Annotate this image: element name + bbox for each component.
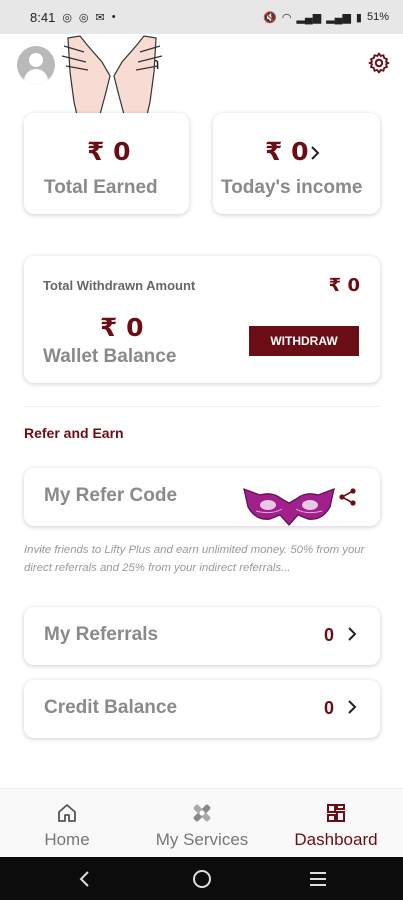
system-nav-bar	[0, 857, 403, 900]
wallet-card: Total Withdrawn Amount ₹ 0 ₹ 0 Wallet Ba…	[24, 256, 380, 383]
refer-code-label: My Refer Code	[44, 485, 178, 506]
status-bar: 8:41 ◎ ◎ ✉ • 🔇 ◠ ▂▄▆ ▂▄▆ ▮ 51%	[0, 0, 403, 34]
todays-income-label: Today's income	[221, 177, 363, 198]
invite-description: Invite friends to Lifty Plus and earn un…	[24, 544, 365, 574]
nav-dashboard-label: Dashboard	[294, 830, 378, 849]
my-referrals-row[interactable]: My Referrals 0	[24, 607, 380, 665]
refer-code-card[interactable]: My Refer Code	[24, 468, 380, 526]
notification-dot-icon: •	[111, 11, 116, 23]
credit-balance-value: 0	[323, 698, 334, 718]
recents-icon[interactable]	[307, 868, 329, 890]
battery-level: 51%	[366, 11, 389, 23]
refer-section-title: Refer and Earn	[24, 425, 124, 441]
home-circle-icon[interactable]	[191, 868, 213, 890]
status-time: 8:41	[30, 9, 56, 25]
app-header: h	[0, 34, 403, 129]
mute-icon: 🔇	[263, 11, 277, 24]
total-earned-label: Total Earned	[44, 177, 158, 198]
nav-my-services[interactable]: My Services	[142, 789, 262, 858]
nav-dashboard[interactable]: Dashboard	[282, 789, 390, 858]
total-withdrawn-label: Total Withdrawn Amount	[43, 278, 196, 293]
nav-my-services-label: My Services	[155, 830, 249, 849]
wallet-balance-amount: ₹ 0	[100, 313, 144, 342]
todays-income-amount: ₹ 0	[265, 137, 309, 166]
gmail-icon: ✉	[95, 11, 105, 24]
wallet-balance-label: Wallet Balance	[43, 346, 177, 367]
my-referrals-label: My Referrals	[44, 624, 159, 645]
total-withdrawn-amount: ₹ 0	[328, 275, 360, 296]
mask-sticker-icon	[243, 488, 335, 526]
dashboard-icon	[327, 804, 345, 822]
bottom-nav: Home My Services Dashboard	[0, 788, 403, 857]
chevron-right-icon	[348, 700, 357, 714]
chevron-right-icon	[311, 146, 320, 160]
my-referrals-count: 0	[323, 625, 334, 645]
back-icon[interactable]	[74, 868, 96, 890]
home-icon	[58, 804, 76, 822]
settings-gear-icon[interactable]	[367, 51, 391, 75]
instagram-icon: ◎	[78, 11, 89, 24]
instagram-icon: ◎	[62, 11, 72, 24]
avatar[interactable]	[17, 46, 55, 84]
credit-balance-row[interactable]: Credit Balance 0	[24, 680, 380, 738]
chevron-right-icon	[348, 627, 357, 641]
todays-income-card[interactable]: ₹ 0 Today's income	[213, 113, 380, 214]
total-earned-card: ₹ 0 Total Earned	[24, 113, 189, 214]
services-icon	[193, 804, 211, 822]
signal-icon: ▂▄▆	[326, 11, 351, 24]
withdraw-button[interactable]: WITHDRAW	[249, 326, 359, 356]
total-earned-amount: ₹ 0	[87, 137, 131, 166]
share-icon[interactable]	[338, 487, 358, 507]
battery-icon: ▮	[355, 11, 362, 24]
signal-icon: ▂▄▆	[296, 11, 322, 24]
nav-home-label: Home	[44, 830, 90, 849]
credit-balance-label: Credit Balance	[44, 697, 178, 718]
divider	[24, 406, 380, 407]
nav-home[interactable]: Home	[20, 789, 114, 858]
wifi-icon: ◠	[281, 11, 292, 24]
